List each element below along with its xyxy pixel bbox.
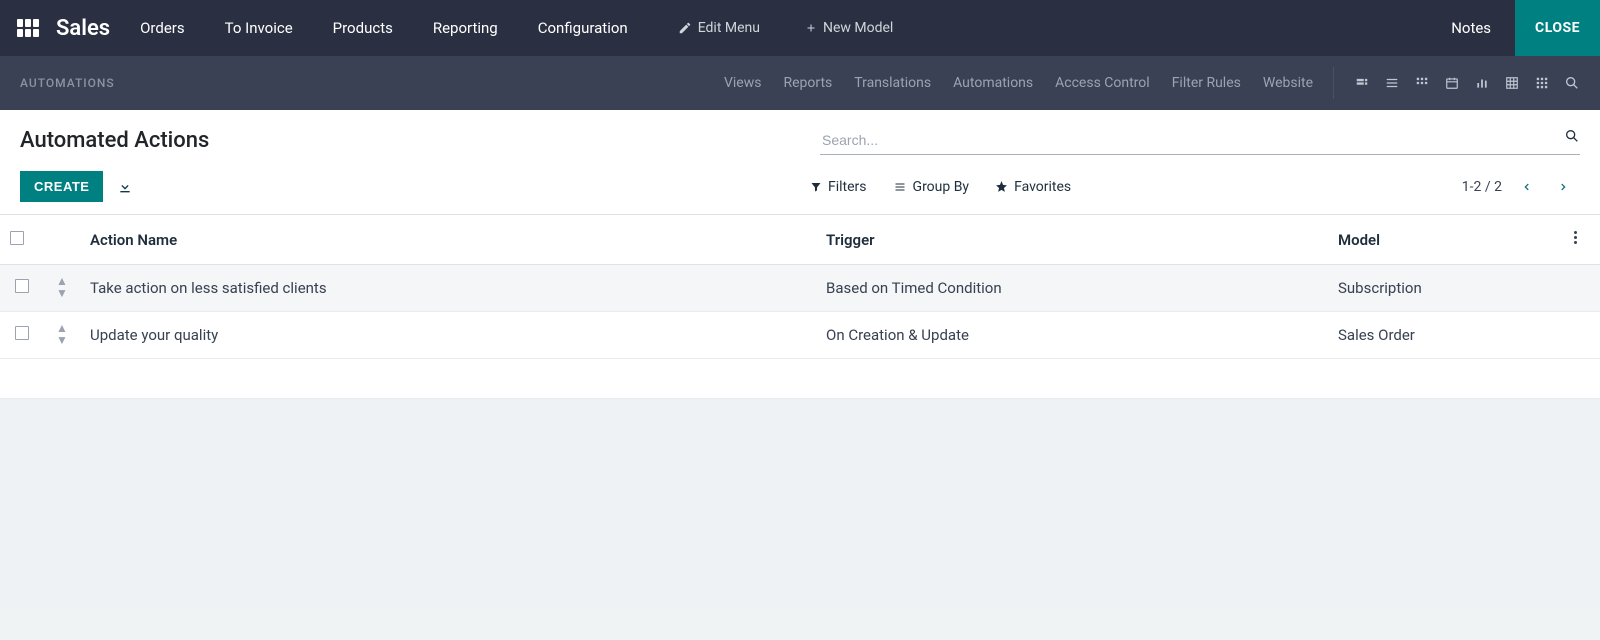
edit-menu-label: Edit Menu <box>698 20 760 36</box>
subbar-item-automations[interactable]: Automations <box>953 75 1033 91</box>
topbar: Sales Orders To Invoice Products Reporti… <box>0 0 1600 56</box>
list-view-icon[interactable] <box>1384 76 1400 90</box>
calendar-view-icon[interactable] <box>1444 76 1460 90</box>
cell-action: Take action on less satisfied clients <box>80 265 816 312</box>
brand-title[interactable]: Sales <box>56 16 110 41</box>
row-checkbox[interactable] <box>15 279 29 293</box>
export-button[interactable] <box>117 179 133 195</box>
table-header-row: Action Name Trigger Model <box>0 215 1600 265</box>
search-icon <box>1564 128 1580 144</box>
view-switcher <box>1354 75 1580 91</box>
create-button[interactable]: CREATE <box>20 171 103 202</box>
download-icon <box>117 179 133 195</box>
top-menu-products[interactable]: Products <box>333 19 393 37</box>
pager-value[interactable]: 1-2 / 2 <box>1462 179 1502 195</box>
subbar-item-views[interactable]: Views <box>724 75 762 91</box>
control-panel: Automated Actions CREATE Filters <box>0 110 1600 215</box>
chevron-right-icon <box>1558 180 1568 194</box>
notes-button[interactable]: Notes <box>1427 19 1515 37</box>
groupby-label: Group By <box>913 179 970 195</box>
pivot-view-icon[interactable] <box>1504 76 1520 90</box>
actions-table: Action Name Trigger Model ▲▼ Take action… <box>0 215 1600 359</box>
content-area: Automated Actions CREATE Filters <box>0 110 1600 399</box>
close-button[interactable]: CLOSE <box>1515 0 1600 56</box>
table-row[interactable]: ▲▼ Take action on less satisfied clients… <box>0 265 1600 312</box>
filters-label: Filters <box>828 179 867 195</box>
top-menu-edit-group: Edit Menu New Model <box>678 20 894 36</box>
top-menu: Orders To Invoice Products Reporting Con… <box>140 19 628 37</box>
search-button[interactable] <box>1564 128 1580 144</box>
cell-model: Subscription <box>1328 265 1564 312</box>
pager-prev[interactable] <box>1516 176 1538 198</box>
control-panel-row1: Automated Actions <box>20 126 1580 155</box>
subbar-menu: Views Reports Translations Automations A… <box>724 75 1313 91</box>
search-view-icon[interactable] <box>1564 75 1580 91</box>
page-title: Automated Actions <box>20 128 209 153</box>
search-input[interactable] <box>820 126 1580 155</box>
header-checkbox-cell <box>0 215 44 265</box>
search-box <box>820 126 1580 155</box>
plus-icon <box>805 22 817 34</box>
page-background <box>0 399 1600 609</box>
subbar-item-reports[interactable]: Reports <box>783 75 832 91</box>
top-menu-orders[interactable]: Orders <box>140 19 185 37</box>
pencil-icon <box>678 21 692 35</box>
favorites-label: Favorites <box>1014 179 1071 195</box>
groupby-dropdown[interactable]: Group By <box>893 179 970 195</box>
funnel-icon <box>810 181 822 193</box>
topbar-right: Notes CLOSE <box>1427 0 1600 56</box>
header-handle-cell <box>44 215 80 265</box>
control-panel-row2: CREATE Filters Group By Favorites <box>20 171 1580 202</box>
card-view-icon[interactable] <box>1354 76 1370 90</box>
edit-menu-button[interactable]: Edit Menu <box>678 20 760 36</box>
pager-next[interactable] <box>1552 176 1574 198</box>
apps-launcher[interactable] <box>0 19 56 37</box>
favorites-dropdown[interactable]: Favorites <box>995 179 1071 195</box>
subbar-item-translations[interactable]: Translations <box>854 75 931 91</box>
row-checkbox[interactable] <box>15 326 29 340</box>
cell-model: Sales Order <box>1328 312 1564 359</box>
kanban-view-icon[interactable] <box>1414 76 1430 90</box>
apps-icon <box>17 19 39 37</box>
new-model-button[interactable]: New Model <box>805 20 893 36</box>
search-options: Filters Group By Favorites <box>810 179 1442 195</box>
cell-action: Update your quality <box>80 312 816 359</box>
subbar-item-filter-rules[interactable]: Filter Rules <box>1172 75 1241 91</box>
top-menu-reporting[interactable]: Reporting <box>433 19 498 37</box>
cell-trigger: Based on Timed Condition <box>816 265 1328 312</box>
table-footer-space <box>0 359 1600 399</box>
divider <box>1333 67 1334 99</box>
select-all-checkbox[interactable] <box>10 231 24 245</box>
chevron-left-icon <box>1522 180 1532 194</box>
subbar-item-access-control[interactable]: Access Control <box>1055 75 1150 91</box>
breadcrumb: AUTOMATIONS <box>20 76 115 90</box>
star-icon <box>995 180 1008 193</box>
cell-trigger: On Creation & Update <box>816 312 1328 359</box>
drag-handle-icon[interactable]: ▲▼ <box>56 322 68 346</box>
new-model-label: New Model <box>823 20 893 36</box>
top-menu-to-invoice[interactable]: To Invoice <box>225 19 293 37</box>
pager: 1-2 / 2 <box>1462 176 1580 198</box>
drag-handle-icon[interactable]: ▲▼ <box>56 275 68 299</box>
filters-dropdown[interactable]: Filters <box>810 179 867 195</box>
list-icon <box>893 181 907 193</box>
activity-view-icon[interactable] <box>1534 76 1550 90</box>
kebab-icon <box>1574 229 1578 246</box>
subbar: AUTOMATIONS Views Reports Translations A… <box>0 56 1600 110</box>
graph-view-icon[interactable] <box>1474 76 1490 90</box>
header-model[interactable]: Model <box>1328 215 1564 265</box>
subbar-item-website[interactable]: Website <box>1263 75 1313 91</box>
header-action[interactable]: Action Name <box>80 215 816 265</box>
top-menu-configuration[interactable]: Configuration <box>538 19 628 37</box>
table-row[interactable]: ▲▼ Update your quality On Creation & Upd… <box>0 312 1600 359</box>
header-trigger[interactable]: Trigger <box>816 215 1328 265</box>
header-options[interactable] <box>1564 215 1600 265</box>
